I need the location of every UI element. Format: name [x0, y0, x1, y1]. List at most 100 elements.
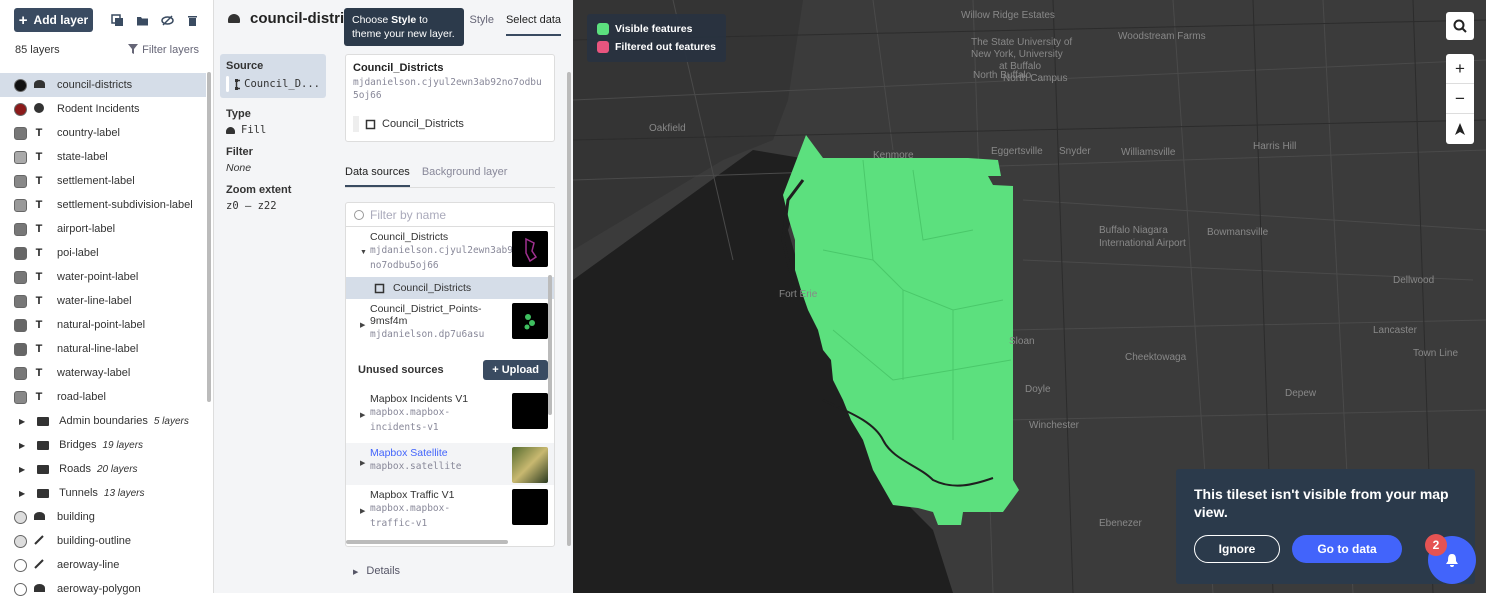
layer-color-swatch[interactable] [14, 294, 27, 308]
layer-color-swatch[interactable] [14, 102, 27, 116]
source-property[interactable]: Source Council_D... [220, 54, 326, 98]
layer-row[interactable]: Twaterway-label [0, 361, 206, 385]
layer-color-swatch[interactable] [14, 558, 27, 572]
source-thumbnail [512, 231, 548, 267]
horizontal-scrollbar[interactable] [346, 540, 508, 544]
layer-row[interactable]: council-districts [0, 73, 206, 97]
source-item[interactable]: Council_Districts ▼ mjdanielson.cjyul2ew… [346, 227, 554, 277]
tab-style[interactable]: Style [469, 14, 493, 36]
add-layer-label: Add layer [33, 13, 89, 27]
folder-icon [37, 464, 50, 474]
tab-background-layer[interactable]: Background layer [422, 166, 508, 187]
layer-color-swatch[interactable] [14, 582, 27, 596]
map-place-label: Doyle [1025, 384, 1051, 395]
source-item[interactable]: Council_District_Points-9msf4m ▶ mjdanie… [346, 299, 554, 351]
layer-color-swatch[interactable] [14, 534, 27, 548]
layer-row[interactable]: aeroway-line [0, 553, 206, 577]
layer-row[interactable]: Tstate-label [0, 145, 206, 169]
layer-color-swatch[interactable] [14, 126, 27, 140]
layer-row[interactable]: building-outline [0, 529, 206, 553]
layer-row[interactable]: Rodent Incidents [0, 97, 206, 121]
source-search-input[interactable]: Filter by name [346, 203, 554, 227]
source-label: Source [226, 60, 264, 72]
layer-row[interactable]: building [0, 505, 206, 529]
editor-scrollbar[interactable] [567, 72, 571, 546]
caret-right-icon[interactable]: ▶ [360, 459, 365, 467]
symbol-type-icon: T [35, 271, 43, 283]
layer-row[interactable]: Troad-label [0, 385, 206, 409]
source-item[interactable]: Mapbox Traffic V1 ▶ mapbox.mapbox-traffi… [346, 485, 554, 539]
layer-row[interactable]: Tcountry-label [0, 121, 206, 145]
map-search-button[interactable] [1446, 12, 1474, 40]
layer-color-swatch[interactable] [14, 342, 27, 356]
duplicate-icon[interactable] [111, 13, 124, 27]
layer-row[interactable]: Tnatural-line-label [0, 337, 206, 361]
layer-row[interactable]: Twater-point-label [0, 265, 206, 289]
hide-icon[interactable] [161, 14, 174, 27]
legend-item-filtered: Filtered out features [597, 38, 716, 56]
layer-color-swatch[interactable] [14, 78, 27, 92]
layer-row[interactable]: Twater-line-label [0, 289, 206, 313]
caret-down-icon[interactable]: ▼ [360, 249, 367, 256]
line-type-icon [33, 558, 45, 572]
caret-right-icon[interactable]: ▶ [19, 465, 25, 474]
zoom-extent-property[interactable]: Zoom extent z0 — z22 [220, 184, 326, 212]
layer-color-swatch[interactable] [14, 390, 27, 404]
layer-color-swatch[interactable] [14, 222, 27, 236]
compass-button[interactable] [1446, 114, 1474, 144]
map-place-label: Fort Erie [779, 289, 818, 300]
filter-property[interactable]: Filter None [220, 146, 326, 174]
source-item[interactable]: Mapbox Incidents V1 ▶ mapbox.mapbox-inci… [346, 389, 554, 443]
source-thumbnail [512, 489, 548, 525]
caret-right-icon[interactable]: ▶ [19, 441, 25, 450]
layer-color-swatch[interactable] [14, 510, 27, 524]
layer-group-row[interactable]: ▶ Bridges 19 layers [0, 433, 206, 457]
tab-data-sources[interactable]: Data sources [345, 166, 410, 187]
caret-right-icon[interactable]: ▶ [360, 411, 365, 419]
layers-panel: + Add layer 85 layers Filter layers counc… [0, 0, 214, 596]
layer-color-swatch[interactable] [14, 270, 27, 284]
trash-icon[interactable] [186, 14, 199, 27]
layer-group-row[interactable]: ▶ Tunnels 13 layers [0, 481, 206, 505]
go-to-data-button[interactable]: Go to data [1292, 535, 1402, 563]
legend-swatch [597, 23, 609, 35]
fill-type-icon [33, 511, 45, 523]
caret-right-icon[interactable]: ▶ [360, 321, 365, 329]
type-property[interactable]: Type Fill [220, 108, 326, 136]
source-item[interactable]: Mapbox Satellite ▶ mapbox.satellite [346, 443, 554, 485]
layers-scrollbar[interactable] [207, 72, 211, 402]
layer-row[interactable]: aeroway-polygon [0, 577, 206, 601]
add-layer-button[interactable]: + Add layer [14, 8, 93, 32]
details-toggle[interactable]: ▶ Details [353, 565, 400, 577]
layer-name: settlement-label [57, 175, 135, 187]
layer-name: council-districts [57, 79, 133, 91]
selected-source-layer[interactable]: Council_Districts [353, 116, 547, 132]
layer-row[interactable]: Tsettlement-label [0, 169, 206, 193]
layer-color-swatch[interactable] [14, 198, 27, 212]
layer-color-swatch[interactable] [14, 246, 27, 260]
layers-meta: 85 layers Filter layers [0, 40, 213, 64]
caret-right-icon[interactable]: ▶ [19, 417, 25, 426]
tab-select-data[interactable]: Select data [505, 14, 561, 36]
filter-layers-button[interactable]: Filter layers [128, 44, 199, 64]
layer-group-row[interactable]: ▶ Roads 20 layers [0, 457, 206, 481]
map-canvas[interactable]: Willow Ridge Estates The State University… [573, 0, 1486, 593]
zoom-in-button[interactable]: + [1446, 54, 1474, 84]
ignore-button[interactable]: Ignore [1194, 535, 1280, 563]
layer-row[interactable]: Tairport-label [0, 217, 206, 241]
sources-scrollbar[interactable] [548, 275, 552, 415]
source-layer-row[interactable]: Council_Districts [346, 277, 554, 299]
layer-row[interactable]: Tnatural-point-label [0, 313, 206, 337]
caret-right-icon[interactable]: ▶ [19, 489, 25, 498]
layer-row[interactable]: Tpoi-label [0, 241, 206, 265]
layer-color-swatch[interactable] [14, 150, 27, 164]
upload-button[interactable]: + Upload [483, 360, 548, 380]
layer-row[interactable]: Tsettlement-subdivision-label [0, 193, 206, 217]
layer-color-swatch[interactable] [14, 366, 27, 380]
layer-color-swatch[interactable] [14, 318, 27, 332]
folder-icon[interactable] [136, 14, 149, 27]
layer-group-row[interactable]: ▶ Admin boundaries 5 layers [0, 409, 206, 433]
caret-right-icon[interactable]: ▶ [360, 507, 365, 515]
zoom-out-button[interactable]: − [1446, 84, 1474, 114]
layer-color-swatch[interactable] [14, 174, 27, 188]
